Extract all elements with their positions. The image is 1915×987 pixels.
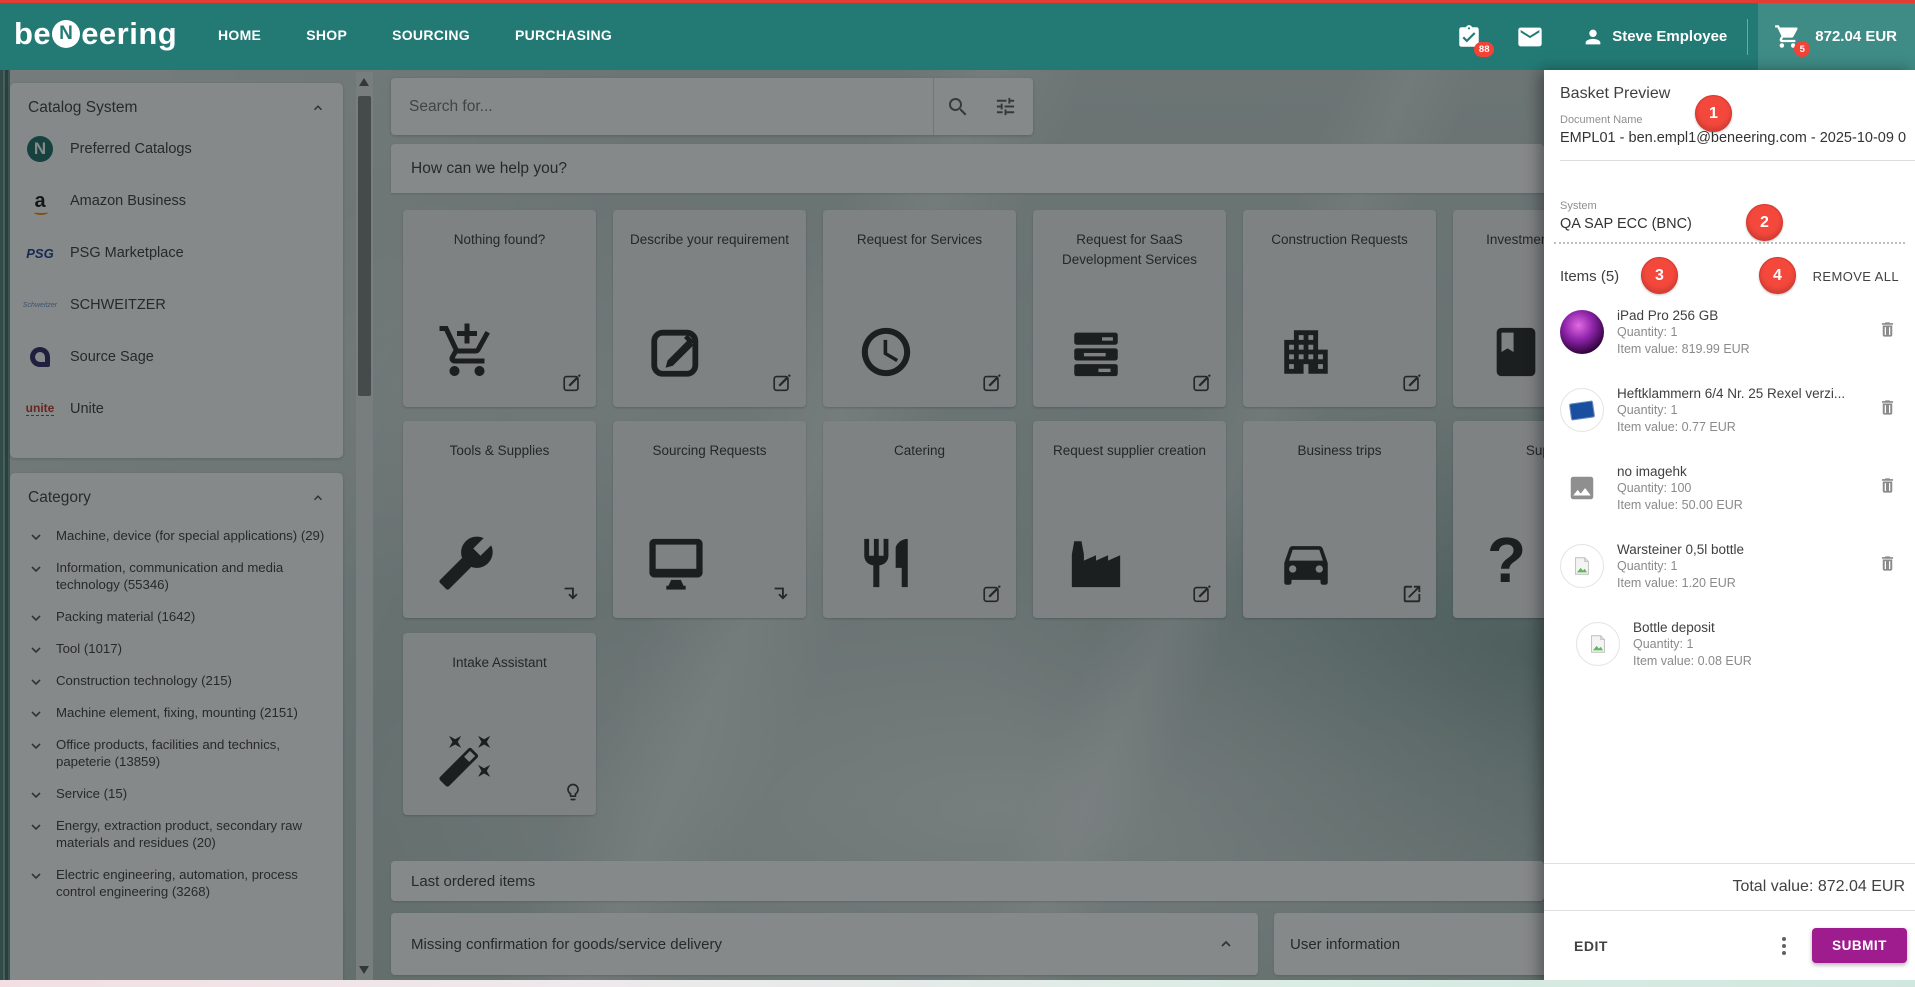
kebab-menu-icon[interactable] xyxy=(1782,937,1786,955)
user-name: Steve Employee xyxy=(1612,28,1727,45)
cart-icon: 5 xyxy=(1774,23,1801,50)
basket-footer: EDIT SUBMIT xyxy=(1544,910,1915,980)
user-menu[interactable]: Steve Employee xyxy=(1582,26,1727,48)
items-count-title: Items (5) xyxy=(1560,268,1619,285)
basket-item-warsteiner[interactable]: Warsteiner 0,5l bottle Quantity: 1 Item … xyxy=(1560,542,1907,606)
cart-total: 872.04 EUR xyxy=(1815,28,1897,45)
remove-all-button[interactable]: REMOVE ALL xyxy=(1813,269,1899,284)
divider xyxy=(1560,160,1915,161)
bottom-edge-strip xyxy=(0,980,1915,987)
document-name-value: EMPL01 - ben.empl1@beneering.com - 2025-… xyxy=(1560,130,1915,146)
broken-image-thumbnail xyxy=(1576,622,1620,666)
logo-circle-n: N xyxy=(52,20,80,48)
product-thumbnail xyxy=(1560,388,1604,432)
top-navbar: be N eering HOME SHOP SOURCING PURCHASIN… xyxy=(0,0,1915,70)
system-value: QA SAP ECC (BNC) xyxy=(1560,216,1692,232)
cart-count-badge: 5 xyxy=(1794,41,1810,57)
menu-item-shop[interactable]: SHOP xyxy=(306,27,347,43)
trash-icon[interactable] xyxy=(1878,554,1897,573)
edit-button[interactable]: EDIT xyxy=(1574,938,1608,954)
dotted-divider xyxy=(1554,242,1905,244)
basket-button[interactable]: 5 872.04 EUR xyxy=(1758,3,1915,70)
logo-text-suffix: eering xyxy=(81,16,177,52)
document-name-label: Document Name xyxy=(1560,114,1643,126)
image-placeholder-icon xyxy=(1560,466,1604,510)
annotation-badge-2: 2 xyxy=(1746,204,1783,241)
basket-item-ipad[interactable]: iPad Pro 256 GB Quantity: 1 Item value: … xyxy=(1560,308,1907,372)
trash-icon[interactable] xyxy=(1878,398,1897,417)
dim-overlay[interactable] xyxy=(0,70,1544,987)
menu-item-sourcing[interactable]: SOURCING xyxy=(392,27,470,43)
basket-preview-title: Basket Preview xyxy=(1560,85,1670,103)
beneering-logo[interactable]: be N eering xyxy=(14,16,177,52)
main-menu: HOME SHOP SOURCING PURCHASING xyxy=(218,0,612,70)
system-label: System xyxy=(1560,200,1597,212)
navbar-divider xyxy=(1747,19,1748,55)
product-thumbnail xyxy=(1560,310,1604,354)
notifications-badge: 88 xyxy=(1474,42,1494,57)
basket-item-staples[interactable]: Heftklammern 6/4 Nr. 25 Rexel verzi... Q… xyxy=(1560,386,1907,450)
tasks-icon[interactable]: 88 xyxy=(1456,24,1482,50)
basket-items-list: iPad Pro 256 GB Quantity: 1 Item value: … xyxy=(1560,308,1907,698)
person-icon xyxy=(1582,26,1604,48)
trash-icon[interactable] xyxy=(1878,476,1897,495)
basket-preview-panel: Basket Preview Document Name EMPL01 - be… xyxy=(1544,70,1915,987)
logo-text-prefix: be xyxy=(14,16,51,52)
mail-icon[interactable] xyxy=(1516,23,1544,51)
annotation-badge-3: 3 xyxy=(1641,257,1678,294)
menu-item-purchasing[interactable]: PURCHASING xyxy=(515,27,612,43)
basket-item-bottle-deposit[interactable]: Bottle deposit Quantity: 1 Item value: 0… xyxy=(1576,620,1907,684)
annotation-badge-1: 1 xyxy=(1695,95,1732,132)
broken-image-thumbnail xyxy=(1560,544,1604,588)
basket-item-no-image[interactable]: no imagehk Quantity: 100 Item value: 50.… xyxy=(1560,464,1907,528)
navbar-right-cluster: 88 Steve Employee 5 xyxy=(1456,3,1915,70)
menu-item-home[interactable]: HOME xyxy=(218,27,261,43)
basket-total: Total value: 872.04 EUR xyxy=(1544,863,1915,910)
annotation-badge-4: 4 xyxy=(1759,257,1796,294)
trash-icon[interactable] xyxy=(1878,320,1897,339)
submit-button[interactable]: SUBMIT xyxy=(1812,928,1907,963)
app-window: be N eering HOME SHOP SOURCING PURCHASIN… xyxy=(0,0,1915,987)
